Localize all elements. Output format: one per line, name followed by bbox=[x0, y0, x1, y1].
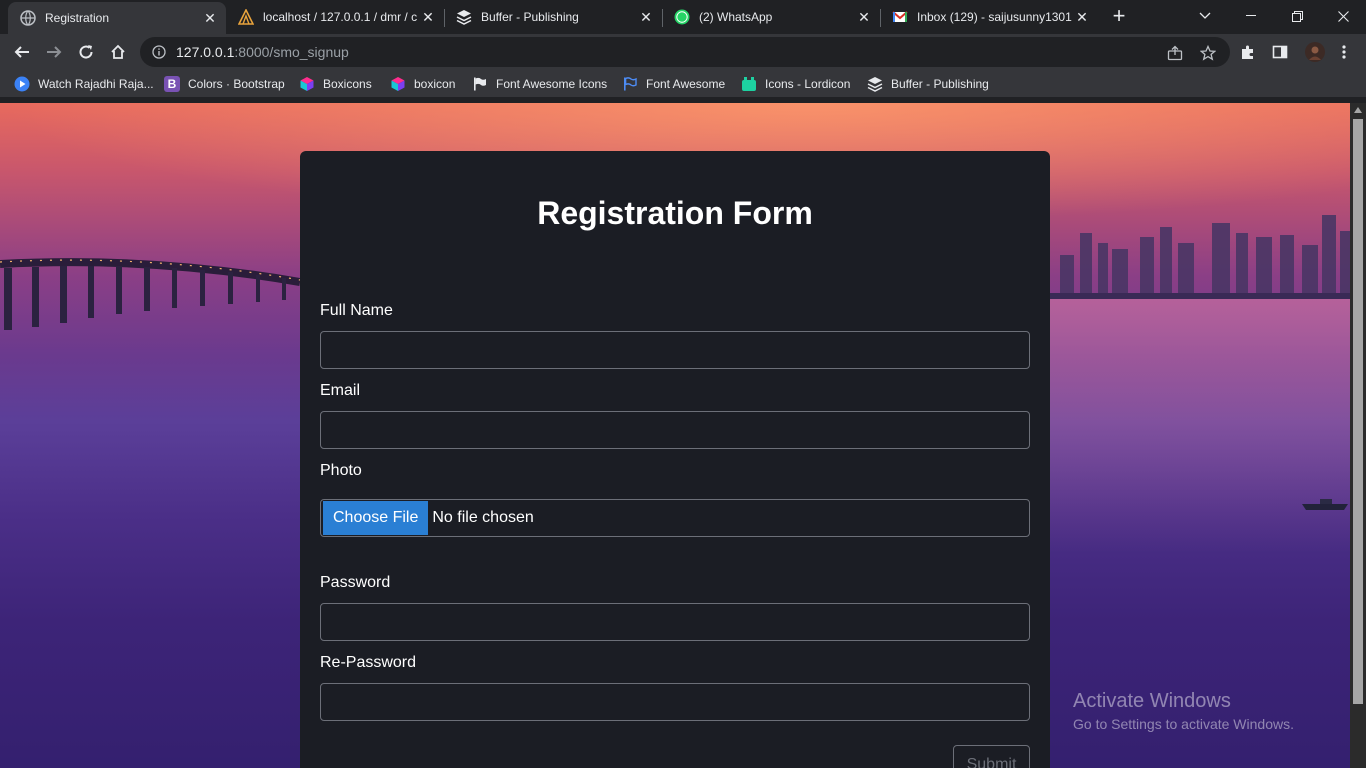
site-info-icon[interactable] bbox=[144, 45, 174, 59]
photo-label: Photo bbox=[320, 462, 362, 479]
boat-illustration bbox=[1302, 499, 1348, 510]
extensions-puzzle-icon[interactable] bbox=[1240, 44, 1256, 60]
bookmark-font-awesome[interactable]: Font Awesome bbox=[622, 74, 725, 94]
bookmark-lordicon[interactable]: Icons - Lordicon bbox=[741, 74, 850, 94]
password-label: Password bbox=[320, 574, 391, 591]
flag-icon bbox=[472, 76, 488, 92]
watermark-subtitle: Go to Settings to activate Windows. bbox=[1073, 716, 1294, 732]
side-panel-icon[interactable] bbox=[1272, 44, 1288, 60]
full-name-input[interactable] bbox=[320, 331, 1030, 369]
lordicon-icon bbox=[741, 76, 757, 92]
email-label: Email bbox=[320, 382, 361, 399]
page-title: Registration Form bbox=[537, 195, 813, 231]
page-scrollbar[interactable] bbox=[1350, 103, 1366, 768]
bookmark-watch-rajadhi[interactable]: Watch Rajadhi Raja... bbox=[14, 74, 154, 94]
tab-title: localhost / 127.0.0.1 / dmr / c bbox=[263, 10, 418, 24]
restore-icon[interactable] bbox=[1274, 0, 1320, 32]
url-text: 127.0.0.1:8000/smo_signup bbox=[176, 44, 349, 60]
tab-whatsapp[interactable]: (2) WhatsApp ✕ bbox=[662, 0, 880, 34]
tab-strip: Registration ✕ localhost / 127.0.0.1 / d… bbox=[0, 0, 1366, 34]
bookmark-boxicon[interactable]: boxicon bbox=[390, 74, 455, 94]
email-input[interactable] bbox=[320, 411, 1030, 449]
url-path: :8000/smo_signup bbox=[234, 44, 349, 60]
file-status: No file chosen bbox=[432, 509, 534, 526]
bookmark-colors-bootstrap[interactable]: B Colors · Bootstrap bbox=[164, 74, 285, 94]
bookmark-label: Font Awesome Icons bbox=[496, 77, 608, 91]
watermark-title: Activate Windows bbox=[1073, 690, 1231, 712]
registration-card: Registration Form Full Name Email Photo … bbox=[300, 151, 1050, 768]
buffer-icon bbox=[456, 9, 472, 25]
tab-phpmyadmin[interactable]: localhost / 127.0.0.1 / dmr / c ✕ bbox=[226, 0, 444, 34]
profile-avatar-icon[interactable] bbox=[1305, 42, 1325, 62]
bookmark-label: Boxicons bbox=[323, 77, 372, 91]
flag-outline-icon bbox=[622, 76, 638, 92]
bootstrap-icon: B bbox=[164, 76, 180, 92]
back-arrow-icon[interactable] bbox=[8, 38, 36, 66]
bookmarks-bar: Watch Rajadhi Raja... B Colors · Bootstr… bbox=[0, 70, 1366, 98]
bookmark-label: Buffer - Publishing bbox=[891, 77, 989, 91]
photo-file-input[interactable]: Choose File No file chosen bbox=[320, 499, 1030, 537]
share-icon[interactable] bbox=[1167, 45, 1183, 61]
bookmark-font-awesome-icons[interactable]: Font Awesome Icons bbox=[472, 74, 607, 94]
water-reflection bbox=[1050, 293, 1350, 553]
tab-title: Buffer - Publishing bbox=[481, 10, 579, 24]
play-icon bbox=[14, 76, 30, 92]
phpmyadmin-icon bbox=[238, 9, 254, 25]
scroll-up-arrow-icon[interactable] bbox=[1354, 107, 1362, 113]
city-skyline-illustration bbox=[1050, 215, 1350, 299]
new-tab-button[interactable]: + bbox=[1107, 5, 1131, 29]
scroll-thumb[interactable] bbox=[1353, 119, 1363, 704]
bridge-illustration bbox=[0, 258, 300, 330]
bookmark-boxicons[interactable]: Boxicons bbox=[299, 74, 372, 94]
close-icon[interactable]: ✕ bbox=[636, 9, 656, 26]
tab-gmail[interactable]: Inbox (129) - saijusunny1301 ✕ bbox=[880, 0, 1098, 34]
re-password-input[interactable] bbox=[320, 683, 1030, 721]
tab-buffer[interactable]: Buffer - Publishing ✕ bbox=[444, 0, 662, 34]
close-window-icon[interactable] bbox=[1320, 0, 1366, 32]
forward-arrow-icon[interactable] bbox=[40, 38, 68, 66]
password-input[interactable] bbox=[320, 603, 1030, 641]
boxicons-icon bbox=[390, 76, 406, 92]
whatsapp-icon bbox=[674, 9, 690, 25]
tab-title: Registration bbox=[45, 11, 110, 25]
home-icon[interactable] bbox=[104, 38, 132, 66]
tab-title: Inbox (129) - saijusunny1301 bbox=[917, 10, 1072, 24]
bookmark-star-icon[interactable] bbox=[1199, 44, 1217, 61]
globe-icon bbox=[20, 10, 36, 26]
full-name-label: Full Name bbox=[320, 302, 393, 319]
close-icon[interactable]: ✕ bbox=[200, 10, 220, 27]
bookmark-label: boxicon bbox=[414, 77, 456, 91]
close-icon[interactable]: ✕ bbox=[1072, 9, 1092, 26]
close-icon[interactable]: ✕ bbox=[418, 9, 438, 26]
bookmark-label: Icons - Lordicon bbox=[765, 77, 851, 91]
bookmark-buffer[interactable]: Buffer - Publishing bbox=[867, 74, 989, 94]
tab-title: (2) WhatsApp bbox=[699, 10, 773, 24]
choose-file-button[interactable]: Choose File bbox=[323, 501, 429, 535]
address-bar[interactable]: 127.0.0.1:8000/smo_signup bbox=[140, 37, 1230, 67]
tab-registration[interactable]: Registration ✕ bbox=[8, 2, 226, 34]
bookmark-label: Font Awesome bbox=[646, 77, 726, 91]
boxicons-icon bbox=[299, 76, 315, 92]
bookmark-label: Watch Rajadhi Raja... bbox=[38, 77, 154, 91]
bookmark-label: Colors · Bootstrap bbox=[188, 77, 285, 91]
reload-icon[interactable] bbox=[72, 38, 100, 66]
url-host: 127.0.0.1 bbox=[176, 44, 235, 60]
submit-button[interactable]: Submit bbox=[953, 745, 1030, 768]
windows-activation-watermark: Activate Windows Go to Settings to activ… bbox=[1073, 690, 1294, 732]
page-background: Registration Form Full Name Email Photo … bbox=[0, 103, 1350, 768]
close-icon[interactable]: ✕ bbox=[854, 9, 874, 26]
browser-toolbar: 127.0.0.1:8000/smo_signup bbox=[0, 34, 1366, 70]
tab-search-chevron-icon[interactable] bbox=[1182, 0, 1228, 32]
re-password-label: Re-Password bbox=[320, 654, 417, 671]
minimize-icon[interactable] bbox=[1228, 0, 1274, 32]
buffer-icon bbox=[867, 76, 883, 92]
gmail-icon bbox=[892, 9, 908, 25]
kebab-menu-icon[interactable] bbox=[1336, 44, 1352, 60]
